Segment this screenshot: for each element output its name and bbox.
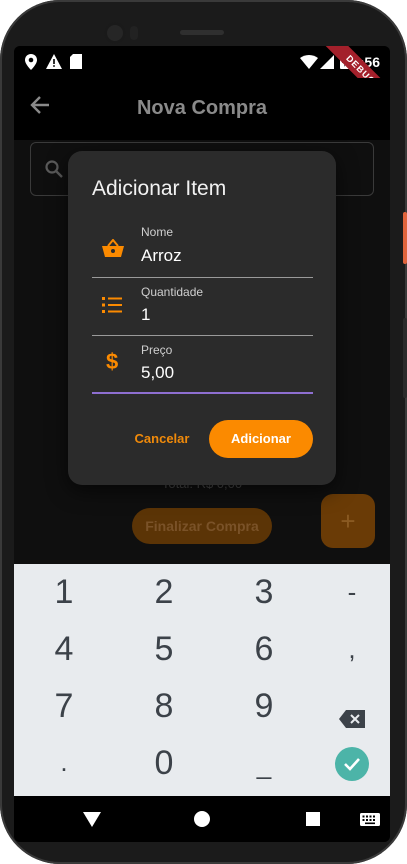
screen: 9:56 DEBUG Nova Compra Total: R$ 0,00 Fi…	[14, 46, 390, 842]
page-title: Nova Compra	[136, 97, 268, 119]
check-icon	[344, 758, 360, 771]
location-icon	[24, 54, 38, 75]
front-camera	[104, 22, 126, 44]
status-bar: 9:56 DEBUG	[14, 46, 390, 115]
backspace-icon[interactable]	[312, 698, 390, 737]
dollar-icon: $	[106, 349, 119, 374]
key-7[interactable]: 7	[24, 687, 104, 726]
power-button	[403, 212, 407, 264]
quantity-field[interactable]: Quantidade 1	[92, 281, 313, 337]
key-comma[interactable]: ,	[312, 634, 390, 665]
list-icon	[102, 296, 124, 319]
name-label: Nome	[141, 225, 174, 239]
add-item-dialog: Adicionar Item Nome Arroz Quantidade 1 $	[68, 151, 336, 485]
wifi-icon	[300, 55, 318, 74]
keyboard-switch-icon[interactable]	[360, 813, 380, 831]
add-button[interactable]: Adicionar	[209, 420, 313, 458]
signal-icon	[320, 55, 334, 74]
key-0[interactable]: 0	[124, 744, 204, 783]
add-item-fab[interactable]: +	[321, 494, 375, 548]
app-bar: Nova Compra	[14, 78, 390, 140]
key-1[interactable]: 1	[24, 573, 104, 612]
back-nav-icon[interactable]	[83, 812, 101, 832]
recents-nav-icon[interactable]	[306, 812, 320, 831]
key-6[interactable]: 6	[224, 630, 304, 669]
home-nav-icon[interactable]	[194, 811, 210, 832]
volume-button	[403, 318, 407, 398]
basket-icon	[102, 238, 124, 262]
price-label: Preço	[141, 343, 173, 357]
done-button[interactable]	[335, 747, 369, 781]
quantity-value: 1	[141, 305, 151, 324]
earpiece-speaker	[180, 30, 224, 35]
phone-frame: 9:56 DEBUG Nova Compra Total: R$ 0,00 Fi…	[0, 0, 407, 864]
key-5[interactable]: 5	[124, 630, 204, 669]
warning-icon	[46, 54, 62, 74]
name-value: Arroz	[141, 246, 182, 265]
sd-card-icon	[70, 54, 82, 74]
dialog-title: Adicionar Item	[92, 177, 227, 200]
numeric-keyboard: 1 2 3 - 4 5 6 , 7 8 9 . 0 _	[14, 564, 390, 796]
key-space[interactable]: _	[224, 750, 304, 781]
key-9[interactable]: 9	[224, 687, 304, 726]
key-2[interactable]: 2	[124, 573, 204, 612]
key-3[interactable]: 3	[224, 573, 304, 612]
navigation-bar	[14, 796, 390, 842]
price-value: 5,00	[141, 363, 175, 382]
quantity-underline	[92, 335, 313, 336]
cancel-button[interactable]: Cancelar	[128, 423, 196, 455]
quantity-label: Quantidade	[141, 285, 204, 299]
search-icon	[45, 160, 63, 183]
key-8[interactable]: 8	[124, 687, 204, 726]
name-underline	[92, 277, 313, 278]
key-4[interactable]: 4	[24, 630, 104, 669]
price-field[interactable]: $ Preço 5,00	[92, 339, 313, 397]
key-period[interactable]: .	[24, 747, 104, 778]
key-minus[interactable]: -	[312, 577, 390, 608]
sensor	[130, 26, 138, 40]
plus-icon: +	[340, 506, 356, 536]
price-underline	[92, 392, 313, 394]
name-field[interactable]: Nome Arroz	[92, 223, 313, 279]
finalize-purchase-button[interactable]: Finalizar Compra	[132, 508, 272, 544]
